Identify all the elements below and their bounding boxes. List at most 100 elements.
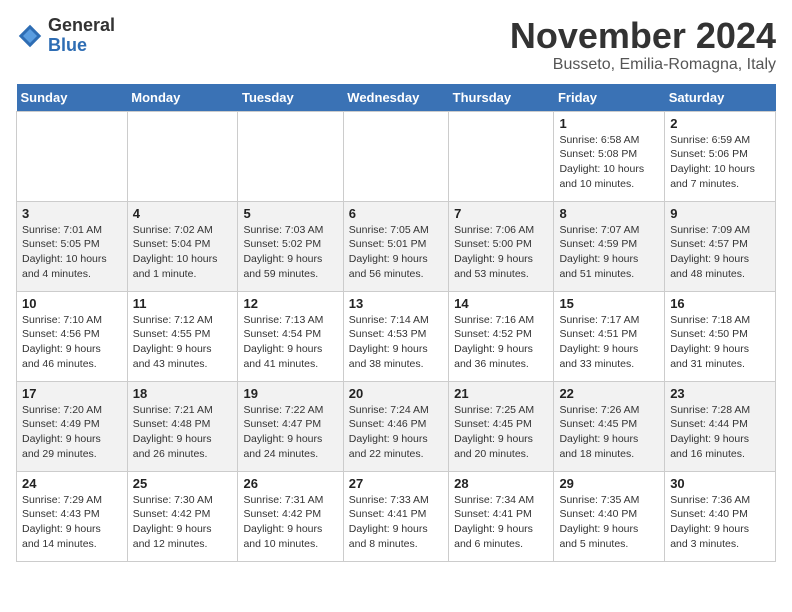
weekday-header-friday: Friday [554,84,665,112]
calendar-week-row: 1 Sunrise: 6:58 AM Sunset: 5:08 PM Daylig… [17,111,776,201]
day-number: 22 [559,386,659,401]
calendar-cell: 9 Sunrise: 7:09 AM Sunset: 4:57 PM Daylig… [665,201,776,291]
calendar-cell: 6 Sunrise: 7:05 AM Sunset: 5:01 PM Daylig… [343,201,448,291]
day-info: Sunrise: 7:25 AM Sunset: 4:45 PM Dayligh… [454,403,548,462]
calendar-cell [17,111,128,201]
day-number: 3 [22,206,122,221]
day-info: Sunrise: 7:02 AM Sunset: 5:04 PM Dayligh… [133,223,233,282]
title-block: November 2024 Busseto, Emilia-Romagna, I… [510,16,776,74]
day-number: 16 [670,296,770,311]
day-number: 24 [22,476,122,491]
page-header: General Blue November 2024 Busseto, Emil… [16,16,776,74]
calendar-cell: 17 Sunrise: 7:20 AM Sunset: 4:49 PM Dayli… [17,381,128,471]
day-number: 15 [559,296,659,311]
calendar-cell: 29Sunrise: 7:35 AM Sunset: 4:40 PM Dayli… [554,471,665,561]
month-title: November 2024 [510,16,776,56]
day-info: Sunrise: 7:14 AM Sunset: 4:53 PM Dayligh… [349,313,443,372]
calendar-cell: 13Sunrise: 7:14 AM Sunset: 4:53 PM Dayli… [343,291,448,381]
calendar-cell: 10 Sunrise: 7:10 AM Sunset: 4:56 PM Dayli… [17,291,128,381]
calendar-cell: 21 Sunrise: 7:25 AM Sunset: 4:45 PM Dayli… [449,381,554,471]
calendar-cell: 11Sunrise: 7:12 AM Sunset: 4:55 PM Dayli… [127,291,238,381]
day-info: Sunrise: 7:36 AM Sunset: 4:40 PM Dayligh… [670,493,770,552]
day-number: 25 [133,476,233,491]
day-info: Sunrise: 7:07 AM Sunset: 4:59 PM Dayligh… [559,223,659,282]
calendar-cell: 19Sunrise: 7:22 AM Sunset: 4:47 PM Dayli… [238,381,343,471]
day-info: Sunrise: 6:59 AM Sunset: 5:06 PM Dayligh… [670,133,770,192]
calendar-cell: 24Sunrise: 7:29 AM Sunset: 4:43 PM Dayli… [17,471,128,561]
generalblue-icon [16,22,44,50]
day-number: 21 [454,386,548,401]
day-number: 18 [133,386,233,401]
day-info: Sunrise: 7:05 AM Sunset: 5:01 PM Dayligh… [349,223,443,282]
logo-general-text: General [48,16,115,36]
day-info: Sunrise: 7:17 AM Sunset: 4:51 PM Dayligh… [559,313,659,372]
day-number: 2 [670,116,770,131]
calendar-cell: 7Sunrise: 7:06 AM Sunset: 5:00 PM Daylig… [449,201,554,291]
day-info: Sunrise: 7:21 AM Sunset: 4:48 PM Dayligh… [133,403,233,462]
day-info: Sunrise: 7:10 AM Sunset: 4:56 PM Dayligh… [22,313,122,372]
day-number: 6 [349,206,443,221]
calendar-cell: 27Sunrise: 7:33 AM Sunset: 4:41 PM Dayli… [343,471,448,561]
day-number: 20 [349,386,443,401]
calendar-cell: 8 Sunrise: 7:07 AM Sunset: 4:59 PM Daylig… [554,201,665,291]
weekday-header-tuesday: Tuesday [238,84,343,112]
day-number: 8 [559,206,659,221]
day-info: Sunrise: 7:09 AM Sunset: 4:57 PM Dayligh… [670,223,770,282]
calendar-cell: 1 Sunrise: 6:58 AM Sunset: 5:08 PM Daylig… [554,111,665,201]
calendar-cell: 23Sunrise: 7:28 AM Sunset: 4:44 PM Dayli… [665,381,776,471]
calendar-cell: 20 Sunrise: 7:24 AM Sunset: 4:46 PM Dayli… [343,381,448,471]
day-info: Sunrise: 7:13 AM Sunset: 4:54 PM Dayligh… [243,313,337,372]
weekday-header-saturday: Saturday [665,84,776,112]
day-info: Sunrise: 7:03 AM Sunset: 5:02 PM Dayligh… [243,223,337,282]
day-info: Sunrise: 7:24 AM Sunset: 4:46 PM Dayligh… [349,403,443,462]
logo: General Blue [16,16,115,56]
calendar-cell: 22 Sunrise: 7:26 AM Sunset: 4:45 PM Dayli… [554,381,665,471]
day-number: 7 [454,206,548,221]
calendar-cell: 18 Sunrise: 7:21 AM Sunset: 4:48 PM Dayli… [127,381,238,471]
day-number: 12 [243,296,337,311]
calendar-cell: 25 Sunrise: 7:30 AM Sunset: 4:42 PM Dayli… [127,471,238,561]
day-info: Sunrise: 6:58 AM Sunset: 5:08 PM Dayligh… [559,133,659,192]
day-info: Sunrise: 7:20 AM Sunset: 4:49 PM Dayligh… [22,403,122,462]
calendar-cell: 12 Sunrise: 7:13 AM Sunset: 4:54 PM Dayli… [238,291,343,381]
day-info: Sunrise: 7:26 AM Sunset: 4:45 PM Dayligh… [559,403,659,462]
day-number: 1 [559,116,659,131]
calendar-cell: 30 Sunrise: 7:36 AM Sunset: 4:40 PM Dayli… [665,471,776,561]
calendar-cell: 16Sunrise: 7:18 AM Sunset: 4:50 PM Dayli… [665,291,776,381]
calendar-cell: 26 Sunrise: 7:31 AM Sunset: 4:42 PM Dayli… [238,471,343,561]
day-number: 28 [454,476,548,491]
day-info: Sunrise: 7:35 AM Sunset: 4:40 PM Dayligh… [559,493,659,552]
calendar-week-row: 17 Sunrise: 7:20 AM Sunset: 4:49 PM Dayli… [17,381,776,471]
day-info: Sunrise: 7:33 AM Sunset: 4:41 PM Dayligh… [349,493,443,552]
calendar-week-row: 3Sunrise: 7:01 AM Sunset: 5:05 PM Daylig… [17,201,776,291]
day-number: 9 [670,206,770,221]
calendar-cell: 28Sunrise: 7:34 AM Sunset: 4:41 PM Dayli… [449,471,554,561]
calendar-cell: 5 Sunrise: 7:03 AM Sunset: 5:02 PM Daylig… [238,201,343,291]
location-text: Busseto, Emilia-Romagna, Italy [510,56,776,74]
day-number: 11 [133,296,233,311]
day-number: 30 [670,476,770,491]
calendar-header: SundayMondayTuesdayWednesdayThursdayFrid… [17,84,776,112]
day-info: Sunrise: 7:31 AM Sunset: 4:42 PM Dayligh… [243,493,337,552]
day-number: 14 [454,296,548,311]
weekday-header-wednesday: Wednesday [343,84,448,112]
calendar-cell [343,111,448,201]
day-number: 5 [243,206,337,221]
day-info: Sunrise: 7:16 AM Sunset: 4:52 PM Dayligh… [454,313,548,372]
calendar-cell [238,111,343,201]
calendar-cell: 3Sunrise: 7:01 AM Sunset: 5:05 PM Daylig… [17,201,128,291]
calendar-cell: 2 Sunrise: 6:59 AM Sunset: 5:06 PM Daylig… [665,111,776,201]
day-number: 19 [243,386,337,401]
weekday-header-sunday: Sunday [17,84,128,112]
weekday-header-thursday: Thursday [449,84,554,112]
calendar-cell: 14 Sunrise: 7:16 AM Sunset: 4:52 PM Dayli… [449,291,554,381]
day-number: 26 [243,476,337,491]
day-info: Sunrise: 7:30 AM Sunset: 4:42 PM Dayligh… [133,493,233,552]
day-number: 10 [22,296,122,311]
calendar-cell: 4Sunrise: 7:02 AM Sunset: 5:04 PM Daylig… [127,201,238,291]
calendar-cell: 15 Sunrise: 7:17 AM Sunset: 4:51 PM Dayli… [554,291,665,381]
weekday-header-row: SundayMondayTuesdayWednesdayThursdayFrid… [17,84,776,112]
calendar-cell [127,111,238,201]
day-number: 17 [22,386,122,401]
logo-blue-text: Blue [48,36,115,56]
